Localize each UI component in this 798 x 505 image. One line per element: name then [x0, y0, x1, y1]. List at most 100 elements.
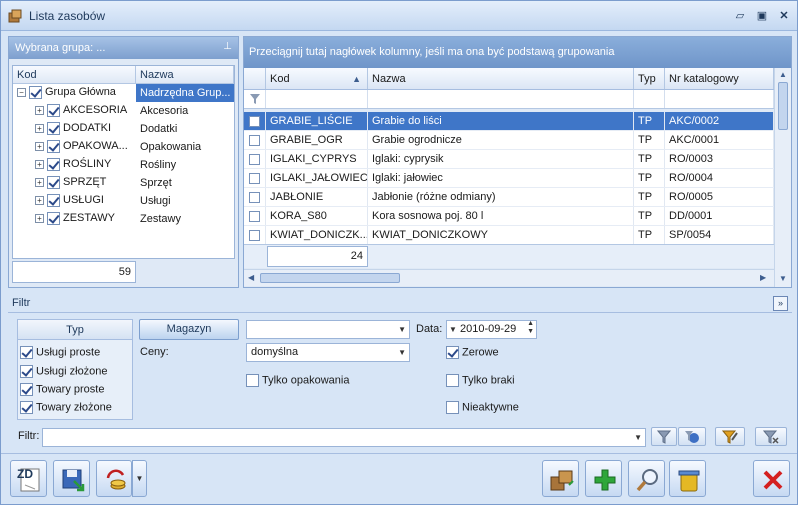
row-checkbox[interactable]: [249, 115, 260, 127]
tree-row[interactable]: + USŁUGI Usługi: [13, 192, 234, 210]
restore-down-icon[interactable]: ▱: [731, 7, 749, 25]
filter-cell-typ[interactable]: [634, 90, 665, 108]
filter-cell-nr[interactable]: [665, 90, 774, 108]
expand-icon[interactable]: +: [35, 196, 44, 205]
filtr-input[interactable]: ▼: [42, 428, 646, 447]
filter-builder-button[interactable]: [715, 427, 745, 446]
grid-col-nr-katalogowy[interactable]: Nr katalogowy: [665, 68, 774, 89]
tree-checkbox[interactable]: [47, 212, 60, 225]
table-row[interactable]: GRABIE_LIŚCIE Grabie do liści TP AKC/000…: [244, 112, 774, 131]
scroll-down-icon[interactable]: ▼: [779, 274, 787, 283]
tab-typ[interactable]: Typ: [18, 320, 132, 340]
actions-button[interactable]: [96, 460, 132, 497]
expand-icon[interactable]: +: [35, 178, 44, 187]
horizontal-scroll-thumb[interactable]: [260, 273, 400, 283]
expand-icon[interactable]: +: [35, 142, 44, 151]
checkbox-towary-zlozone[interactable]: Towary złożone: [20, 401, 112, 414]
table-row[interactable]: KWIAT_DONICZK... KWIAT_DONICZKOWY TP SP/…: [244, 226, 774, 244]
export-button[interactable]: [53, 460, 90, 497]
advanced-filter-button[interactable]: [678, 427, 706, 446]
filter-cell-nazwa[interactable]: [368, 90, 634, 108]
tree-row-root[interactable]: − Grupa Główna Nadrzędna Grup...: [13, 84, 234, 102]
row-checkbox[interactable]: [249, 172, 260, 184]
magazyn-select[interactable]: ▼: [246, 320, 410, 339]
checkbox-box[interactable]: [20, 383, 33, 396]
row-checkbox[interactable]: [249, 134, 260, 146]
collapse-icon[interactable]: −: [17, 88, 26, 97]
checkbox-box[interactable]: [20, 346, 33, 359]
tree-row[interactable]: + OPAKOWA... Opakowania: [13, 138, 234, 156]
table-row[interactable]: KORA_S80 Kora sosnowa poj. 80 l TP DD/00…: [244, 207, 774, 226]
expand-icon[interactable]: +: [35, 214, 44, 223]
checkbox-box[interactable]: [20, 365, 33, 378]
vertical-scrollbar[interactable]: ▲ ▼: [774, 68, 791, 287]
tree-col-kod[interactable]: Kod: [13, 66, 136, 83]
checkbox-uslugi-zlozone[interactable]: Usługi złożone: [20, 365, 108, 378]
group-by-area[interactable]: Przeciągnij tutaj nagłówek kolumny, jeśl…: [244, 37, 791, 68]
tree-row[interactable]: + ZESTAWY Zestawy: [13, 210, 234, 228]
tree-checkbox[interactable]: [47, 158, 60, 171]
date-picker[interactable]: ▼ 2010-09-29 ▲ ▼: [446, 320, 537, 339]
magazyn-button[interactable]: Magazyn: [139, 319, 239, 340]
checkbox-box[interactable]: [446, 346, 459, 359]
maximize-icon[interactable]: ▣: [753, 7, 771, 25]
table-row[interactable]: JABŁONIE Jabłonie (różne odmiany) TP RO/…: [244, 188, 774, 207]
preview-button[interactable]: [628, 460, 665, 497]
table-row[interactable]: GRABIE_OGR Grabie ogrodnicze TP AKC/0001: [244, 131, 774, 150]
tree-checkbox[interactable]: [47, 122, 60, 135]
row-checkbox[interactable]: [249, 191, 260, 203]
vertical-scroll-thumb[interactable]: [778, 82, 788, 130]
add-button[interactable]: [585, 460, 622, 497]
table-row[interactable]: IGLAKI_JAŁOWIEC Iglaki: jałowiec TP RO/0…: [244, 169, 774, 188]
scroll-left-icon[interactable]: ◀: [248, 273, 254, 282]
checkbox-box[interactable]: [20, 401, 33, 414]
tree-col-nazwa[interactable]: Nazwa: [136, 66, 234, 83]
filter-row-icon[interactable]: [244, 90, 266, 108]
close-window-button[interactable]: [753, 460, 790, 497]
expand-icon[interactable]: +: [35, 124, 44, 133]
row-checkbox[interactable]: [249, 153, 260, 165]
checkbox-nieaktywne[interactable]: Nieaktywne: [446, 401, 519, 414]
grid-col-nazwa[interactable]: Nazwa: [368, 68, 634, 89]
checkbox-tylko-opakowania[interactable]: Tylko opakowania: [246, 374, 349, 387]
chevron-down-icon[interactable]: ▼: [449, 325, 457, 334]
filter-cell-kod[interactable]: [266, 90, 368, 108]
row-checkbox[interactable]: [249, 229, 260, 241]
tree-row[interactable]: + ROŚLINY Rośliny: [13, 156, 234, 174]
scroll-up-icon[interactable]: ▲: [779, 70, 787, 79]
stock-button[interactable]: [542, 460, 579, 497]
grid-col-typ[interactable]: Typ: [634, 68, 665, 89]
tree-checkbox[interactable]: [29, 86, 42, 99]
checkbox-towary-proste[interactable]: Towary proste: [20, 383, 104, 396]
zd-button[interactable]: ZD: [10, 460, 47, 497]
tree-checkbox[interactable]: [47, 140, 60, 153]
expand-icon[interactable]: +: [35, 106, 44, 115]
table-row[interactable]: IGLAKI_CYPRYS Iglaki: cyprysik TP RO/000…: [244, 150, 774, 169]
tree-checkbox[interactable]: [47, 104, 60, 117]
scroll-right-icon[interactable]: ▶: [760, 273, 766, 282]
ceny-select[interactable]: domyślna ▼: [246, 343, 410, 362]
date-spinner-icon[interactable]: ▲ ▼: [527, 320, 534, 336]
tree-row[interactable]: + AKCESORIA Akcesoria: [13, 102, 234, 120]
checkbox-uslugi-proste[interactable]: Usługi proste: [20, 346, 100, 359]
row-checkbox[interactable]: [249, 210, 260, 222]
tree-row[interactable]: + SPRZĘT Sprzęt: [13, 174, 234, 192]
grid-col-kod[interactable]: Kod ▲: [266, 68, 368, 89]
delete-button[interactable]: [669, 460, 706, 497]
checkbox-tylko-braki[interactable]: Tylko braki: [446, 374, 515, 387]
horizontal-scrollbar[interactable]: ◀ ▶: [244, 269, 774, 286]
expand-icon[interactable]: +: [35, 160, 44, 169]
tree-row[interactable]: + DODATKI Dodatki: [13, 120, 234, 138]
pin-icon[interactable]: ⊥: [223, 41, 232, 52]
clear-filter-button[interactable]: [755, 427, 787, 446]
tree-checkbox[interactable]: [47, 176, 60, 189]
tree-checkbox[interactable]: [47, 194, 60, 207]
close-icon[interactable]: ✕: [775, 7, 793, 25]
apply-filter-button[interactable]: [651, 427, 677, 446]
checkbox-box[interactable]: [446, 401, 459, 414]
collapse-filter-icon[interactable]: »: [773, 296, 788, 311]
checkbox-box[interactable]: [446, 374, 459, 387]
checkbox-box[interactable]: [246, 374, 259, 387]
actions-dropdown-button[interactable]: ▼: [132, 460, 147, 497]
checkbox-zerowe[interactable]: Zerowe: [446, 346, 499, 359]
